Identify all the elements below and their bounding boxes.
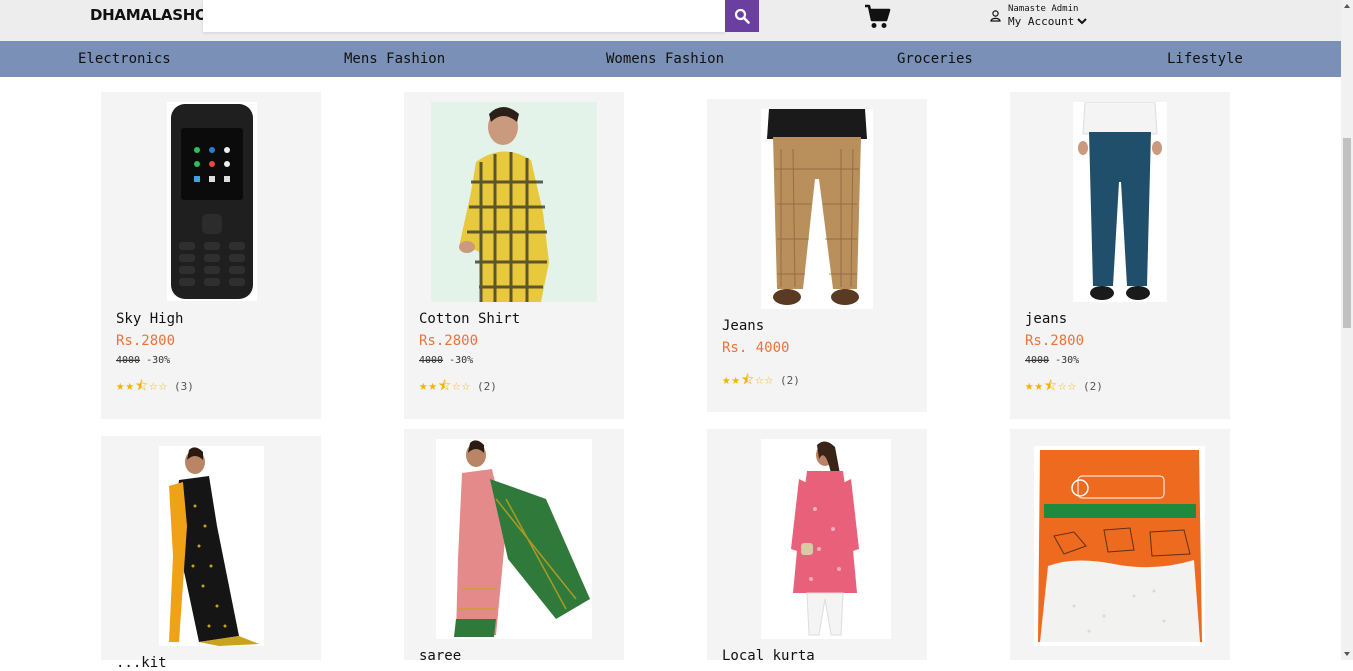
discount-value: -30% bbox=[146, 355, 171, 366]
product-rating: ★ ★ ⯪ ☆ ☆ (2) bbox=[722, 373, 800, 387]
star-empty-icon: ☆ bbox=[158, 378, 168, 394]
product-card[interactable]: Local kurta bbox=[707, 429, 927, 664]
scrollbar-thumb[interactable] bbox=[1343, 138, 1351, 328]
star-full-icon: ★ bbox=[125, 378, 134, 394]
star-empty-icon: ☆ bbox=[149, 378, 158, 394]
top-header: DHAMALASHOP Namaste Admin My Account bbox=[0, 0, 1341, 41]
rice-bag-image bbox=[1038, 450, 1202, 642]
product-price: Rs. 4000 bbox=[722, 340, 790, 356]
shirt-model-image bbox=[431, 102, 597, 302]
category-nav: Electronics Mens Fashion Womens Fashion … bbox=[0, 41, 1341, 77]
review-count: (2) bbox=[780, 373, 800, 387]
star-half-icon: ⯪ bbox=[1043, 378, 1058, 394]
old-price-value: 4000 bbox=[419, 355, 444, 366]
product-rating: ★ ★ ⯪ ☆ ☆ (2) bbox=[419, 379, 497, 393]
star-full-icon: ★ bbox=[731, 372, 740, 388]
search-button[interactable] bbox=[725, 0, 759, 32]
star-empty-icon: ☆ bbox=[452, 378, 461, 394]
account-greeting: Namaste Admin bbox=[1008, 4, 1079, 14]
my-account-label: My Account bbox=[1008, 15, 1075, 28]
site-logo[interactable]: DHAMALASHOP bbox=[90, 6, 218, 24]
product-image[interactable] bbox=[1073, 101, 1167, 302]
product-name[interactable]: saree bbox=[419, 648, 461, 664]
nav-lifestyle[interactable]: Lifestyle bbox=[1167, 51, 1243, 67]
nav-mens-fashion[interactable]: Mens Fashion bbox=[344, 51, 445, 67]
discount-value: -30% bbox=[449, 355, 474, 366]
product-image[interactable] bbox=[761, 439, 891, 639]
discount-value: -30% bbox=[1055, 355, 1080, 366]
product-card[interactable]: ...kit bbox=[101, 436, 321, 671]
product-name[interactable]: jeans bbox=[1025, 311, 1067, 327]
product-price: Rs.2800 bbox=[419, 333, 479, 349]
nav-electronics[interactable]: Electronics bbox=[78, 51, 171, 67]
search-icon bbox=[734, 8, 750, 24]
product-image[interactable] bbox=[436, 439, 592, 639]
product-card[interactable]: Sky High Rs.2800 4000 -30% ★ ★ ⯪ ☆ ☆ (3) bbox=[101, 92, 321, 419]
product-old-price: 4000 -30% bbox=[419, 355, 473, 366]
star-half-icon: ⯪ bbox=[134, 378, 149, 394]
product-image[interactable] bbox=[761, 109, 873, 309]
star-empty-icon: ☆ bbox=[764, 372, 774, 388]
star-empty-icon: ☆ bbox=[1058, 378, 1067, 394]
product-name[interactable]: Local kurta bbox=[722, 648, 815, 664]
saree-image bbox=[454, 440, 590, 637]
product-price: Rs.2800 bbox=[1025, 333, 1085, 349]
product-price: Rs.2800 bbox=[116, 333, 176, 349]
product-name[interactable]: ...kit bbox=[116, 655, 167, 671]
review-count: (2) bbox=[477, 379, 497, 393]
star-half-icon: ⯪ bbox=[740, 372, 755, 388]
product-card[interactable]: saree bbox=[404, 429, 624, 664]
product-name[interactable]: Cotton Shirt bbox=[419, 311, 520, 327]
star-full-icon: ★ bbox=[1025, 378, 1034, 394]
product-image[interactable] bbox=[159, 446, 264, 646]
star-empty-icon: ☆ bbox=[461, 378, 471, 394]
product-old-price: 4000 -30% bbox=[1025, 355, 1079, 366]
star-empty-icon: ☆ bbox=[1067, 378, 1077, 394]
product-image[interactable] bbox=[167, 102, 257, 301]
star-full-icon: ★ bbox=[419, 378, 428, 394]
cart-button[interactable] bbox=[864, 4, 892, 30]
product-image[interactable] bbox=[431, 102, 597, 302]
star-empty-icon: ☆ bbox=[755, 372, 764, 388]
scroll-up-arrow-icon[interactable] bbox=[1344, 4, 1350, 8]
kurta-image bbox=[791, 441, 859, 636]
trousers-image bbox=[1078, 101, 1162, 300]
product-rating: ★ ★ ⯪ ☆ ☆ (2) bbox=[1025, 379, 1103, 393]
nav-groceries[interactable]: Groceries bbox=[897, 51, 973, 67]
product-card[interactable]: Jeans Rs. 4000 ★ ★ ⯪ ☆ ☆ (2) bbox=[707, 99, 927, 412]
old-price-value: 4000 bbox=[1025, 355, 1050, 366]
scroll-down-arrow-icon[interactable] bbox=[1344, 652, 1350, 656]
old-price-value: 4000 bbox=[116, 355, 141, 366]
my-account-link[interactable]: My Account bbox=[1008, 15, 1087, 28]
star-full-icon: ★ bbox=[1034, 378, 1043, 394]
product-rating: ★ ★ ⯪ ☆ ☆ (3) bbox=[116, 379, 194, 393]
product-old-price: 4000 -30% bbox=[116, 355, 170, 366]
product-name[interactable]: Sky High bbox=[116, 311, 183, 327]
page-scrollbar[interactable] bbox=[1341, 0, 1353, 660]
user-icon bbox=[990, 10, 1001, 22]
trousers-image bbox=[767, 109, 867, 305]
product-name[interactable]: Jeans bbox=[722, 318, 764, 334]
star-full-icon: ★ bbox=[722, 372, 731, 388]
star-half-icon: ⯪ bbox=[437, 378, 452, 394]
search-input[interactable] bbox=[203, 0, 725, 32]
review-count: (3) bbox=[174, 379, 194, 393]
saree-image bbox=[169, 447, 259, 646]
product-image[interactable] bbox=[1034, 446, 1205, 646]
chevron-down-icon bbox=[1077, 18, 1087, 25]
cart-icon bbox=[865, 4, 891, 28]
review-count: (2) bbox=[1083, 379, 1103, 393]
star-full-icon: ★ bbox=[116, 378, 125, 394]
product-card[interactable] bbox=[1010, 429, 1230, 660]
star-full-icon: ★ bbox=[428, 378, 437, 394]
phone-image bbox=[171, 104, 253, 299]
nav-womens-fashion[interactable]: Womens Fashion bbox=[606, 51, 724, 67]
product-card[interactable]: jeans Rs.2800 4000 -30% ★ ★ ⯪ ☆ ☆ (2) bbox=[1010, 92, 1230, 419]
product-card[interactable]: Cotton Shirt Rs.2800 4000 -30% ★ ★ ⯪ ☆ ☆ (2) bbox=[404, 92, 624, 419]
